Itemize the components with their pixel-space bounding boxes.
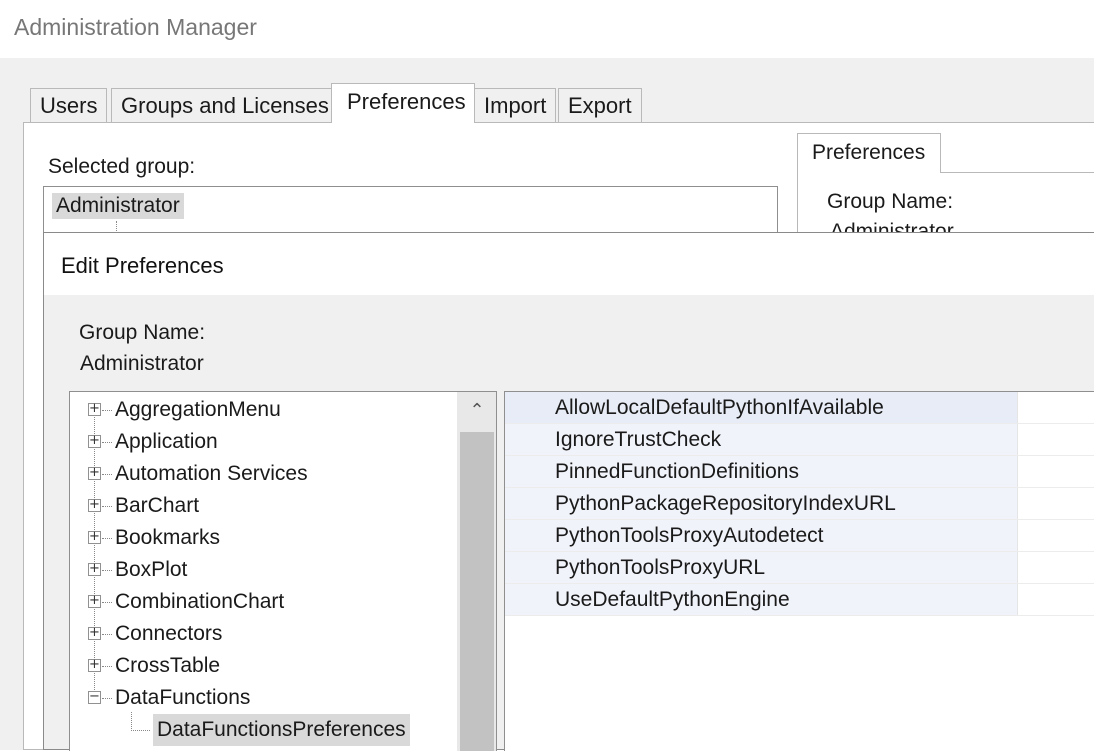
property-name: PythonToolsProxyURL (555, 556, 766, 579)
property-name: PythonToolsProxyAutodetect (555, 524, 824, 547)
tree-item-label: AggregationMenu (115, 398, 281, 421)
property-name: PinnedFunctionDefinitions (555, 460, 799, 483)
expand-icon[interactable]: + (88, 434, 101, 448)
tree-connector (131, 712, 150, 731)
group-item-administrator[interactable]: Administrator (52, 193, 184, 219)
tree-item-label: DataFunctionsPreferences (153, 714, 410, 746)
expand-icon[interactable]: + (88, 466, 101, 480)
tree-connector (102, 410, 112, 411)
property-value-cell[interactable] (1018, 456, 1094, 487)
tab-groups-and-licenses[interactable]: Groups and Licenses (111, 88, 339, 122)
tree-item-label: CombinationChart (115, 590, 285, 613)
property-row[interactable]: AllowLocalDefaultPythonIfAvailable (505, 392, 1094, 424)
tree-connector (102, 602, 112, 603)
property-value-cell[interactable] (1018, 584, 1094, 615)
property-name-cell: PythonPackageRepositoryIndexURL (505, 488, 1018, 519)
tab-users[interactable]: Users (30, 88, 108, 122)
tree-connector (102, 506, 112, 507)
property-value-cell[interactable] (1018, 424, 1094, 455)
tab-preferences-label: Preferences (347, 89, 466, 114)
tree-connector (102, 634, 112, 635)
collapse-icon[interactable]: − (88, 690, 101, 704)
selected-group-label: Selected group: (48, 155, 196, 178)
property-name-cell: IgnoreTrustCheck (505, 424, 1018, 455)
expand-icon[interactable]: + (88, 498, 101, 512)
group-name-label: Group Name: (79, 321, 206, 344)
tree-connector (102, 538, 112, 539)
window-title: Administration Manager (14, 14, 257, 40)
property-name: PythonPackageRepositoryIndexURL (555, 492, 896, 515)
property-row[interactable]: PinnedFunctionDefinitions (505, 456, 1094, 488)
property-name-cell: PinnedFunctionDefinitions (505, 456, 1018, 487)
tree-connector (102, 570, 112, 571)
tree-item-label: CrossTable (115, 654, 221, 677)
expand-icon[interactable]: + (88, 562, 101, 576)
expand-icon[interactable]: + (88, 658, 101, 672)
property-value-cell[interactable] (1018, 488, 1094, 519)
dialog-title: Edit Preferences (61, 253, 224, 278)
expand-icon[interactable]: + (88, 594, 101, 608)
property-row[interactable]: IgnoreTrustCheck (505, 424, 1094, 456)
edit-preferences-dialog: Edit Preferences Group Name: Administrat… (43, 232, 1094, 751)
property-name-cell: PythonToolsProxyURL (505, 552, 1018, 583)
scroll-up-arrow-icon[interactable]: ⌃ (457, 392, 496, 430)
property-name: IgnoreTrustCheck (555, 428, 722, 451)
tree-connector (102, 698, 112, 699)
property-name: AllowLocalDefaultPythonIfAvailable (555, 396, 884, 419)
tree-connector (102, 442, 112, 443)
tree-connector (102, 666, 112, 667)
scrollbar-thumb[interactable] (460, 432, 494, 751)
tree-item-label: DataFunctions (115, 686, 251, 709)
property-grid[interactable]: AllowLocalDefaultPythonIfAvailable Ignor… (504, 391, 1094, 751)
property-row[interactable]: PythonPackageRepositoryIndexURL (505, 488, 1094, 520)
preference-category-tree[interactable]: + AggregationMenu + Application + Automa… (69, 391, 497, 751)
tab-export[interactable]: Export (558, 88, 642, 122)
tree-item-label: Connectors (115, 622, 223, 645)
property-value-cell[interactable] (1018, 552, 1094, 583)
preferences-panel-tab[interactable]: Preferences (797, 133, 941, 173)
tree-item-label: BoxPlot (115, 558, 188, 581)
preferences-group-name-value: Administrator (830, 220, 954, 232)
tree-item-label: Bookmarks (115, 526, 221, 549)
property-row[interactable]: PythonToolsProxyURL (505, 552, 1094, 584)
tab-import[interactable]: Import (474, 88, 557, 122)
tree-item-label: Application (115, 430, 218, 453)
property-name: UseDefaultPythonEngine (555, 588, 790, 611)
tree-item-label: Automation Services (115, 462, 308, 485)
tree-connector (102, 474, 112, 475)
tree-guide-line (94, 408, 95, 696)
property-value-cell[interactable] (1018, 392, 1094, 423)
property-value-cell[interactable] (1018, 520, 1094, 551)
property-row[interactable]: UseDefaultPythonEngine (505, 584, 1094, 616)
preferences-group-name-label: Group Name: (827, 190, 954, 213)
expand-icon[interactable]: + (88, 626, 101, 640)
group-name-value: Administrator (80, 352, 204, 375)
expand-icon[interactable]: + (88, 530, 101, 544)
expand-icon[interactable]: + (88, 402, 101, 416)
property-name-cell: PythonToolsProxyAutodetect (505, 520, 1018, 551)
tree-item-label: BarChart (115, 494, 200, 517)
property-name-cell: AllowLocalDefaultPythonIfAvailable (505, 392, 1018, 423)
tree-vertical-scrollbar[interactable]: ⌃ (457, 392, 496, 751)
tab-preferences[interactable]: Preferences (331, 83, 475, 123)
property-row[interactable]: PythonToolsProxyAutodetect (505, 520, 1094, 552)
property-name-cell: UseDefaultPythonEngine (505, 584, 1018, 615)
